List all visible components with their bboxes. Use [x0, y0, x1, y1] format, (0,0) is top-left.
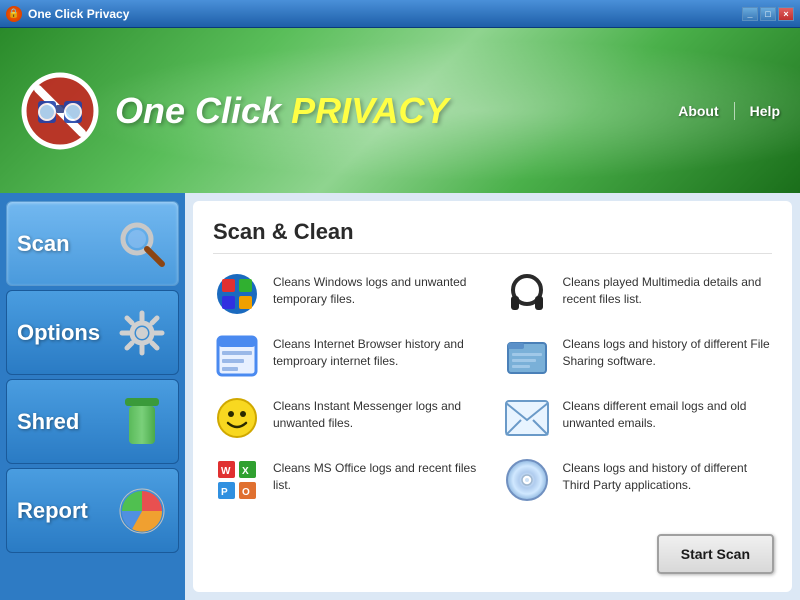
feature-multimedia: Cleans played Multimedia details and rec…	[503, 270, 773, 318]
feature-text-messenger: Cleans Instant Messenger logs and unwant…	[273, 394, 483, 432]
header: One Click PRIVACY About Help	[0, 28, 800, 193]
sidebar-item-shred[interactable]: Shred	[6, 379, 179, 464]
email-icon	[503, 394, 551, 442]
logo-area: One Click PRIVACY	[20, 71, 448, 151]
features-grid: Cleans Windows logs and unwanted tempora…	[213, 270, 772, 504]
feature-windows-logs: Cleans Windows logs and unwanted tempora…	[213, 270, 483, 318]
sidebar-label-shred: Shred	[17, 409, 79, 435]
title-bar-left: 🔒 One Click Privacy	[6, 6, 129, 22]
sidebar-label-report: Report	[17, 498, 88, 524]
shred-icon	[116, 396, 168, 448]
headphone-icon	[503, 270, 551, 318]
feature-msoffice: W X P O Cleans MS Office logs and recent…	[213, 456, 483, 504]
title-bar: 🔒 One Click Privacy _ □ ×	[0, 0, 800, 28]
title-controls: _ □ ×	[742, 7, 794, 21]
logo-text: One Click PRIVACY	[115, 90, 448, 132]
feature-fileshare: Cleans logs and history of different Fil…	[503, 332, 773, 380]
help-button[interactable]: Help	[750, 103, 780, 119]
cd-icon	[503, 456, 551, 504]
sidebar-item-options[interactable]: Options	[6, 290, 179, 375]
app-title: One Click Privacy	[28, 7, 129, 21]
close-button[interactable]: ×	[778, 7, 794, 21]
report-icon	[116, 485, 168, 537]
options-icon	[116, 307, 168, 359]
messenger-icon	[213, 394, 261, 442]
app-icon: 🔒	[6, 6, 22, 22]
feature-text-msoffice: Cleans MS Office logs and recent files l…	[273, 456, 483, 494]
feature-thirdparty: Cleans logs and history of different Thi…	[503, 456, 773, 504]
feature-browser: Cleans Internet Browser history and temp…	[213, 332, 483, 380]
feature-email: Cleans different email logs and old unwa…	[503, 394, 773, 442]
fileshare-icon	[503, 332, 551, 380]
feature-text-windows: Cleans Windows logs and unwanted tempora…	[273, 270, 483, 308]
header-nav: About Help	[678, 102, 780, 120]
nav-divider	[734, 102, 735, 120]
feature-text-browser: Cleans Internet Browser history and temp…	[273, 332, 483, 370]
windows-icon	[213, 270, 261, 318]
sidebar-label-options: Options	[17, 320, 100, 346]
feature-messenger: Cleans Instant Messenger logs and unwant…	[213, 394, 483, 442]
content-area: Scan & Clean	[193, 201, 792, 592]
sidebar-item-report[interactable]: Report	[6, 468, 179, 553]
sidebar-label-scan: Scan	[17, 231, 70, 257]
svg-text:W: W	[221, 466, 231, 477]
svg-text:X: X	[242, 466, 249, 477]
feature-text-email: Cleans different email logs and old unwa…	[563, 394, 773, 432]
sidebar: Scan Options	[0, 193, 185, 600]
content-title: Scan & Clean	[213, 219, 772, 254]
main-area: Scan Options	[0, 193, 800, 600]
minimize-button[interactable]: _	[742, 7, 758, 21]
start-scan-button[interactable]: Start Scan	[657, 534, 774, 574]
feature-text-thirdparty: Cleans logs and history of different Thi…	[563, 456, 773, 494]
svg-text:O: O	[242, 487, 250, 498]
scan-icon	[116, 218, 168, 270]
maximize-button[interactable]: □	[760, 7, 776, 21]
about-button[interactable]: About	[678, 103, 718, 119]
feature-text-multimedia: Cleans played Multimedia details and rec…	[563, 270, 773, 308]
sidebar-item-scan[interactable]: Scan	[6, 201, 179, 286]
feature-text-fileshare: Cleans logs and history of different Fil…	[563, 332, 773, 370]
app-container: One Click PRIVACY About Help Scan	[0, 28, 800, 600]
browser-icon	[213, 332, 261, 380]
logo-icon	[20, 71, 100, 151]
svg-text:P: P	[221, 487, 228, 498]
msoffice-icon: W X P O	[213, 456, 261, 504]
